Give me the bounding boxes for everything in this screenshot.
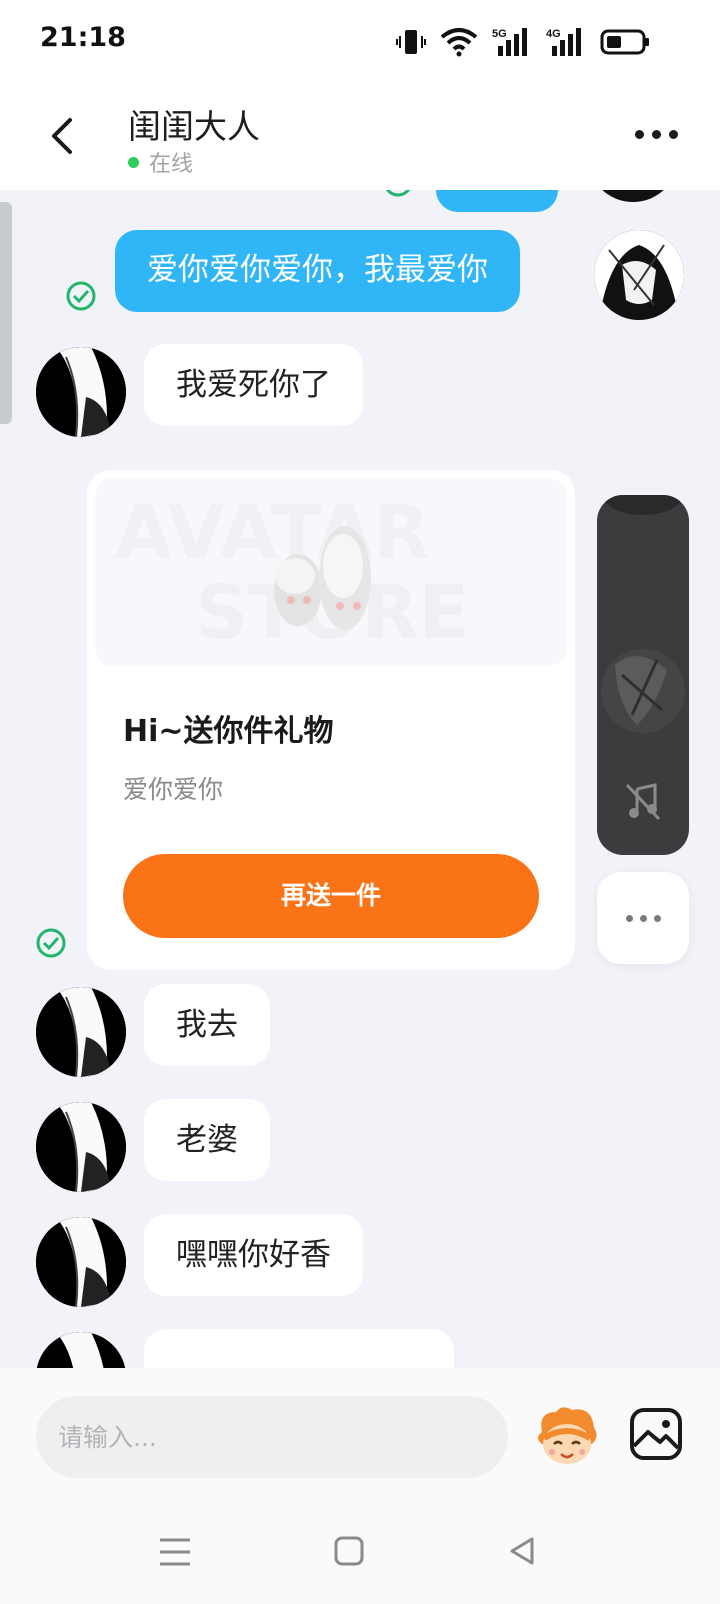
message-bubble-outgoing[interactable]: 爱你爱你爱你，我最爱你 [115,230,520,312]
back-arrow-icon[interactable] [42,114,82,158]
signal-5g-icon: 5G [492,28,527,56]
message-bubble-outgoing-partial[interactable] [436,190,558,212]
avatar-self-partial[interactable] [588,190,678,202]
home-square-icon[interactable] [330,1534,370,1570]
message-bubble-incoming[interactable]: 我爱死你了 [144,344,363,426]
check-circle-icon [66,281,96,311]
image-icon[interactable] [628,1406,684,1462]
avatar-contact-partial[interactable] [36,1332,126,1368]
floating-music-panel[interactable] [597,495,689,855]
message-bubble-incoming[interactable]: 嘿嘿你好香 [144,1214,363,1296]
message-input[interactable] [36,1396,508,1478]
back-triangle-icon[interactable] [504,1534,544,1570]
svg-text:4G: 4G [546,28,561,40]
avatar-contact[interactable] [36,347,126,437]
floating-more-button[interactable] [597,872,689,964]
online-dot [128,156,139,168]
status-time: 21:18 [40,22,126,53]
emoji-mascot-icon[interactable] [532,1402,602,1472]
chat-message-list[interactable]: 爱你爱你爱你，我最爱你 我爱死你了 AVATAR STORE Hi~送你件礼物 … [0,190,720,1368]
online-status-text: 在线 [149,152,194,177]
avatar-contact[interactable] [36,1102,126,1192]
gift-image: AVATAR STORE [95,478,567,666]
check-circle-icon [36,928,66,958]
avatar-contact[interactable] [36,1217,126,1307]
status-bar: 21:18 5G 4G [0,0,720,84]
battery-icon [600,29,649,55]
status-icons: 5G 4G [396,26,650,58]
check-circle-icon [385,190,411,197]
more-dots-icon[interactable] [635,130,678,139]
send-another-gift-button[interactable]: 再送一件 [123,854,539,938]
message-bubble-incoming[interactable]: 老婆 [144,1099,270,1181]
input-bar [0,1368,720,1498]
online-status: 在线 [128,146,193,178]
svg-text:5G: 5G [492,28,507,40]
contact-name[interactable]: 闺闺大人 [128,100,260,148]
system-nav-bar [0,1498,720,1604]
gift-subtitle: 爱你爱你 [123,775,224,804]
signal-4g-icon: 4G [546,28,581,56]
svg-text:AVATAR: AVATAR [115,490,430,576]
menu-icon[interactable] [156,1534,196,1570]
wifi-icon [440,28,478,57]
gift-title: Hi~送你件礼物 [123,714,334,749]
vibrate-icon [396,30,426,54]
avatar-store-watermark: AVATAR STORE [115,490,469,656]
avatar-contact[interactable] [36,987,126,1077]
scrollbar-thumb[interactable] [0,202,12,424]
chat-header: 闺闺大人 在线 [0,84,720,190]
avatar-self[interactable] [594,230,684,320]
music-off-icon[interactable] [625,781,661,821]
gift-card[interactable]: AVATAR STORE Hi~送你件礼物 爱你爱你 再送一件 [87,470,575,970]
message-bubble-incoming-partial[interactable] [144,1329,454,1368]
message-bubble-incoming[interactable]: 我去 [144,984,270,1066]
